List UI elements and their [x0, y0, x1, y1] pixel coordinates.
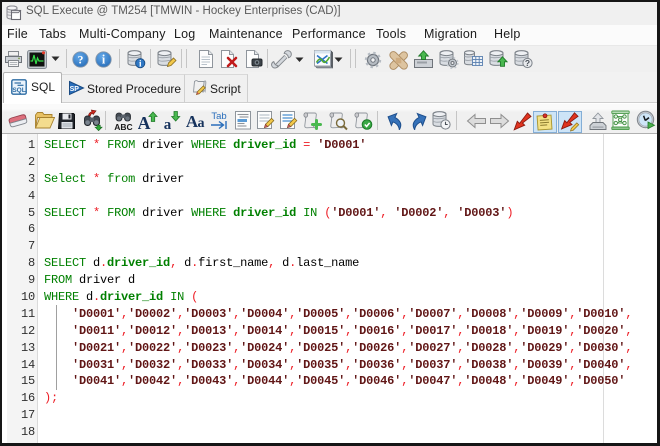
svg-text:?: ?	[525, 58, 530, 68]
svg-text:a: a	[198, 116, 205, 131]
svg-text:A: A	[138, 113, 151, 131]
svg-text:Tab: Tab	[211, 111, 226, 122]
svg-text:SQL: SQL	[12, 87, 25, 94]
svg-text:SP: SP	[70, 86, 80, 93]
svg-text:ABC: ABC	[114, 122, 132, 131]
svg-text:?: ?	[78, 54, 84, 67]
svg-text:a: a	[164, 117, 172, 131]
